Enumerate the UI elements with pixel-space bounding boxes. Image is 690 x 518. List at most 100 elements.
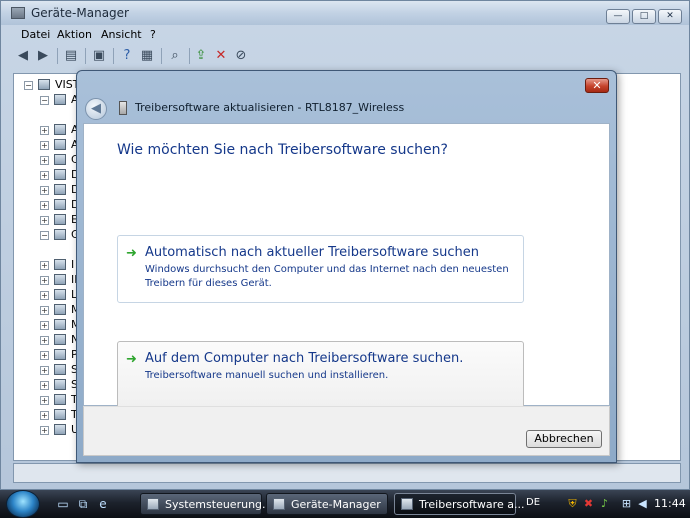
expand-icon[interactable]: + (40, 336, 49, 345)
toolbar-separator (113, 48, 114, 64)
taskbar-item-treibersoftware[interactable]: Treibersoftware a... (394, 493, 524, 515)
tree-item[interactable]: + S (14, 362, 84, 377)
menu-ansicht[interactable]: Ansicht (101, 28, 142, 41)
tree-root[interactable]: − VISTA (14, 77, 86, 92)
dialog-titlebar[interactable]: ◀ Treibersoftware aktualisieren - RTL818… (77, 71, 616, 120)
tree-item[interactable]: + E (14, 212, 84, 227)
device-category-icon (54, 274, 66, 285)
security-center-icon[interactable]: ✖ (582, 497, 595, 510)
device-category-icon (54, 289, 66, 300)
expand-icon[interactable]: + (40, 426, 49, 435)
tree-item[interactable]: + I (14, 257, 84, 272)
expand-icon[interactable]: + (40, 276, 49, 285)
cancel-button[interactable]: Abbrechen (526, 430, 602, 448)
device-category-icon (54, 364, 66, 375)
disable-icon[interactable]: ⊘ (233, 48, 249, 64)
device-category-icon (54, 214, 66, 225)
device-manager-titlebar[interactable]: Geräte-Manager — □ ✕ (1, 1, 689, 25)
update-driver-icon[interactable]: ⇪ (193, 48, 209, 64)
tree-item[interactable]: + S (14, 377, 84, 392)
tree-item[interactable]: +U (14, 422, 84, 437)
dialog-close-button[interactable]: ✕ (585, 78, 609, 93)
option-description: Treibersoftware manuell suchen und insta… (145, 370, 389, 381)
tree-item[interactable]: +D (14, 167, 84, 182)
expand-icon[interactable]: + (40, 366, 49, 375)
device-category-icon (54, 409, 66, 420)
taskbar-item-systemsteuerung[interactable]: Systemsteuerung... (140, 493, 273, 515)
collapse-icon[interactable]: − (24, 81, 33, 90)
tree-item[interactable]: + C (14, 152, 84, 167)
tree-item[interactable]: + L (14, 287, 84, 302)
language-indicator[interactable]: DE (526, 497, 540, 508)
uninstall-icon[interactable]: ✕ (213, 48, 229, 64)
forward-icon[interactable]: ▶ (35, 48, 51, 64)
view-icon[interactable]: ▦ (139, 48, 155, 64)
properties-icon[interactable]: ▤ (63, 48, 79, 64)
menu-aktion[interactable]: Aktion (57, 28, 92, 41)
expand-icon[interactable]: + (40, 156, 49, 165)
network-icon[interactable]: ⊞ (620, 497, 633, 510)
security-shield-icon[interactable]: ⛨ (566, 497, 579, 510)
tree-item[interactable]: + P (14, 347, 84, 362)
expand-icon[interactable]: + (40, 291, 49, 300)
switch-windows-icon[interactable]: ⧉ (76, 497, 90, 511)
collapse-icon[interactable]: − (40, 96, 49, 105)
expand-icon[interactable]: + (40, 216, 49, 225)
tree-item[interactable]: +D (14, 182, 84, 197)
expand-icon[interactable]: + (40, 411, 49, 420)
maximize-button[interactable]: □ (632, 9, 656, 24)
expand-icon[interactable]: + (40, 141, 49, 150)
tree-item[interactable]: − A (14, 92, 84, 107)
help-icon[interactable]: ? (119, 48, 135, 64)
tree-item[interactable]: + A (14, 137, 84, 152)
device-category-icon (54, 424, 66, 435)
tree-item[interactable]: +D (14, 197, 84, 212)
expand-icon[interactable]: + (40, 321, 49, 330)
tree-item[interactable]: +M (14, 317, 84, 332)
speaker-icon[interactable]: ◀ (636, 497, 649, 510)
device-manager-icon (11, 7, 25, 19)
expand-icon[interactable]: + (40, 351, 49, 360)
collapse-icon[interactable]: − (40, 231, 49, 240)
expand-icon[interactable]: + (40, 261, 49, 270)
tree-item[interactable]: −G (14, 227, 84, 242)
minimize-button[interactable]: — (606, 9, 630, 24)
tree-item[interactable]: + T (14, 407, 84, 422)
show-hide-icon[interactable]: ▣ (91, 48, 107, 64)
menu-help[interactable]: ? (150, 28, 156, 41)
toolbar: ◀ ▶ ▤ ▣ ? ▦ ⌕ ⇪ ✕ ⊘ (5, 45, 687, 67)
scan-icon[interactable]: ⌕ (167, 48, 183, 64)
clock[interactable]: 11:44 (654, 497, 686, 510)
taskbar-item-geraete-manager[interactable]: Geräte-Manager (266, 493, 388, 515)
tree-item[interactable]: + T (14, 392, 84, 407)
task-label: Treibersoftware a... (419, 498, 525, 511)
option-auto-search[interactable]: ➜ Automatisch nach aktueller Treibersoft… (117, 235, 524, 303)
expand-icon[interactable]: + (40, 396, 49, 405)
expand-icon[interactable]: + (40, 186, 49, 195)
tree-item[interactable]: +IE (14, 272, 84, 287)
tree-item[interactable]: +N (14, 332, 84, 347)
device-category-icon (54, 169, 66, 180)
option-description: Windows durchsucht den Computer und das … (145, 264, 509, 289)
menu-datei[interactable]: Datei (21, 28, 50, 41)
expand-icon[interactable]: + (40, 306, 49, 315)
option-title: Automatisch nach aktueller Treibersoftwa… (145, 245, 479, 260)
volume-icon[interactable]: ♪ (598, 497, 611, 510)
tree-item[interactable]: +M (14, 302, 84, 317)
expand-icon[interactable]: + (40, 126, 49, 135)
show-desktop-icon[interactable]: ▭ (56, 497, 70, 511)
expand-icon[interactable]: + (40, 381, 49, 390)
device-category-icon (54, 394, 66, 405)
start-button[interactable] (6, 490, 40, 518)
option-browse-computer[interactable]: ➜ Auf dem Computer nach Treibersoftware … (117, 341, 524, 409)
device-category-icon (54, 319, 66, 330)
dialog-footer: Abbrechen (83, 406, 610, 456)
internet-explorer-icon[interactable]: e (96, 497, 110, 511)
expand-icon[interactable]: + (40, 171, 49, 180)
back-arrow-icon[interactable]: ◀ (85, 98, 107, 120)
expand-icon[interactable]: + (40, 201, 49, 210)
back-icon[interactable]: ◀ (15, 48, 31, 64)
close-button[interactable]: ✕ (658, 9, 682, 24)
tree-item[interactable]: + A (14, 122, 84, 137)
device-manager-icon (273, 498, 285, 510)
